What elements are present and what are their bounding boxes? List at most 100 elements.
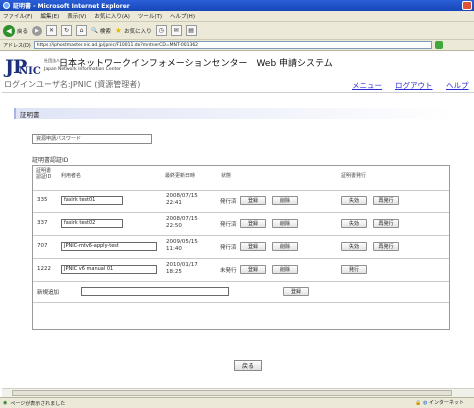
address-label: アドレス(D) [3, 42, 31, 49]
reissue-button[interactable]: 再発行 [373, 219, 399, 228]
horizontal-scrollbar[interactable] [2, 388, 474, 397]
logout-link[interactable]: ログアウト [395, 80, 433, 91]
status-text: 発行済 [220, 245, 237, 251]
resource-password-field[interactable]: 資源申請パスワード [32, 134, 152, 144]
col-header-updated: 最終更新日時 [165, 173, 196, 179]
go-icon[interactable] [434, 41, 443, 49]
register-button[interactable]: 登録 [240, 265, 266, 274]
window-title-bar: 証明書 - Microsoft Internet Explorer [0, 0, 474, 11]
menu-help[interactable]: ヘルプ(H) [170, 12, 195, 20]
menu-link[interactable]: メニュー [352, 80, 382, 91]
search-label: 検索 [99, 28, 111, 35]
org-prefix: 社団法人 [44, 58, 60, 63]
row-divider [33, 302, 449, 303]
register-button[interactable]: 登録 [240, 242, 266, 251]
updated-date: 2010/01/17 [166, 262, 198, 268]
revoke-button[interactable]: 失効 [341, 196, 367, 205]
menu-bar: ファイル(F) 編集(E) 表示(V) お気に入り(A) ツール(T) ヘルプ(… [0, 11, 474, 22]
refresh-icon[interactable]: ↻ [61, 25, 73, 36]
row-divider [33, 281, 449, 282]
delete-button[interactable]: 削除 [272, 265, 298, 274]
revoke-button[interactable]: 失効 [341, 219, 367, 228]
zone-label: インターネット [428, 400, 464, 406]
favorites-label: お気に入り [124, 28, 152, 35]
row-divider [33, 258, 449, 259]
back-page-button[interactable]: 戻る [234, 360, 262, 371]
stop-icon[interactable]: ✕ [46, 25, 58, 36]
user-name-input[interactable]: JPNIC-mtv6-apply-test [61, 242, 157, 251]
menu-view[interactable]: 表示(V) [67, 12, 86, 20]
new-user-name-input[interactable] [81, 287, 229, 296]
star-icon: ★ [114, 26, 123, 35]
back-arrow-icon: ◀ [3, 24, 15, 37]
issue-button[interactable]: 発行 [341, 265, 367, 274]
col-header-user: 利用者名 [61, 173, 82, 179]
print-icon[interactable]: ▤ [185, 25, 197, 36]
reissue-button[interactable]: 再発行 [373, 242, 399, 251]
close-window-button[interactable] [462, 1, 472, 10]
search-button[interactable]: 🔍 検索 [91, 27, 111, 35]
org-name-en: Japan Network Information Center [44, 67, 121, 72]
section-header [14, 108, 458, 119]
updated-time: 11:40 [166, 246, 182, 252]
new-entry-label: 新規追加 [37, 290, 60, 296]
menu-tools[interactable]: ツール(T) [138, 12, 162, 20]
internet-zone: 🔒 ◍ インターネット [415, 399, 464, 406]
page-title: 証明書 [20, 111, 40, 119]
search-icon: 🔍 [91, 27, 98, 34]
updated-time: 22:50 [166, 223, 182, 229]
revoke-button[interactable]: 失効 [341, 242, 367, 251]
row-divider [33, 235, 449, 236]
user-name-input[interactable]: fasirk test02 [61, 219, 123, 228]
updated-date: 2009/05/15 [166, 239, 198, 245]
back-button[interactable]: ◀ 戻る [3, 24, 29, 37]
back-label: 戻る [17, 28, 29, 35]
status-text: ページが表示されました [10, 400, 66, 407]
page-done-icon: ◉ [3, 400, 8, 406]
login-user: ログインユーザ名:JPNIC (資源管理者) [4, 80, 141, 89]
register-button[interactable]: 登録 [240, 219, 266, 228]
cert-id: 707 [37, 243, 48, 249]
mail-icon[interactable]: ✉ [170, 25, 182, 36]
status-bar: ◉ ページが表示されました 🔒 ◍ インターネット [0, 397, 474, 408]
user-name-input[interactable]: JPNIC v6 manual 01 [61, 265, 157, 274]
user-name-input[interactable]: fasirk test01 [61, 196, 123, 205]
row-divider [33, 190, 449, 191]
browser-toolbar: ◀ 戻る ▶ ✕ ↻ ⌂ 🔍 検索 ★ お気に入り ◷ ✉ ▤ [0, 22, 474, 40]
menu-favorites[interactable]: お気に入り(A) [94, 12, 130, 20]
globe-icon: ◍ [423, 400, 428, 406]
address-input[interactable]: https://iphostmaster.nic.ad.jp/jpnic/F10… [33, 41, 432, 49]
header-divider [2, 92, 474, 93]
menu-file[interactable]: ファイル(F) [3, 12, 32, 20]
ie-icon [3, 2, 10, 9]
forward-arrow-icon[interactable]: ▶ [32, 25, 43, 36]
register-button[interactable]: 登録 [240, 196, 266, 205]
col-header-issue: 証明書発行 [341, 173, 367, 179]
home-icon[interactable]: ⌂ [76, 25, 88, 36]
status-text: 未発行 [220, 268, 237, 274]
cert-id: 1222 [37, 266, 51, 272]
delete-button[interactable]: 削除 [272, 219, 298, 228]
cert-id: 335 [37, 197, 48, 203]
help-link[interactable]: ヘルプ [446, 80, 469, 91]
address-bar: アドレス(D) https://iphostmaster.nic.ad.jp/j… [0, 40, 474, 51]
col-header-id: 証明書認証ID [36, 168, 52, 180]
history-icon[interactable]: ◷ [155, 25, 167, 36]
lock-icon: 🔒 [415, 400, 422, 406]
col-header-status: 状態 [221, 173, 232, 179]
updated-date: 2008/07/15 [166, 193, 198, 199]
reissue-button[interactable]: 再発行 [373, 196, 399, 205]
cert-id-label: 証明書認証ID [32, 157, 69, 164]
status-text: 発行済 [220, 199, 237, 205]
row-divider [33, 212, 449, 213]
delete-button[interactable]: 削除 [272, 196, 298, 205]
delete-button[interactable]: 削除 [272, 242, 298, 251]
updated-date: 2008/07/15 [166, 216, 198, 222]
cert-id: 337 [37, 220, 48, 226]
add-register-button[interactable]: 登録 [283, 287, 309, 296]
menu-edit[interactable]: 編集(E) [40, 12, 59, 20]
updated-time: 22:41 [166, 200, 182, 206]
favorites-button[interactable]: ★ お気に入り [115, 26, 152, 35]
updated-time: 18:25 [166, 269, 182, 275]
scroll-thumb[interactable] [12, 390, 452, 396]
